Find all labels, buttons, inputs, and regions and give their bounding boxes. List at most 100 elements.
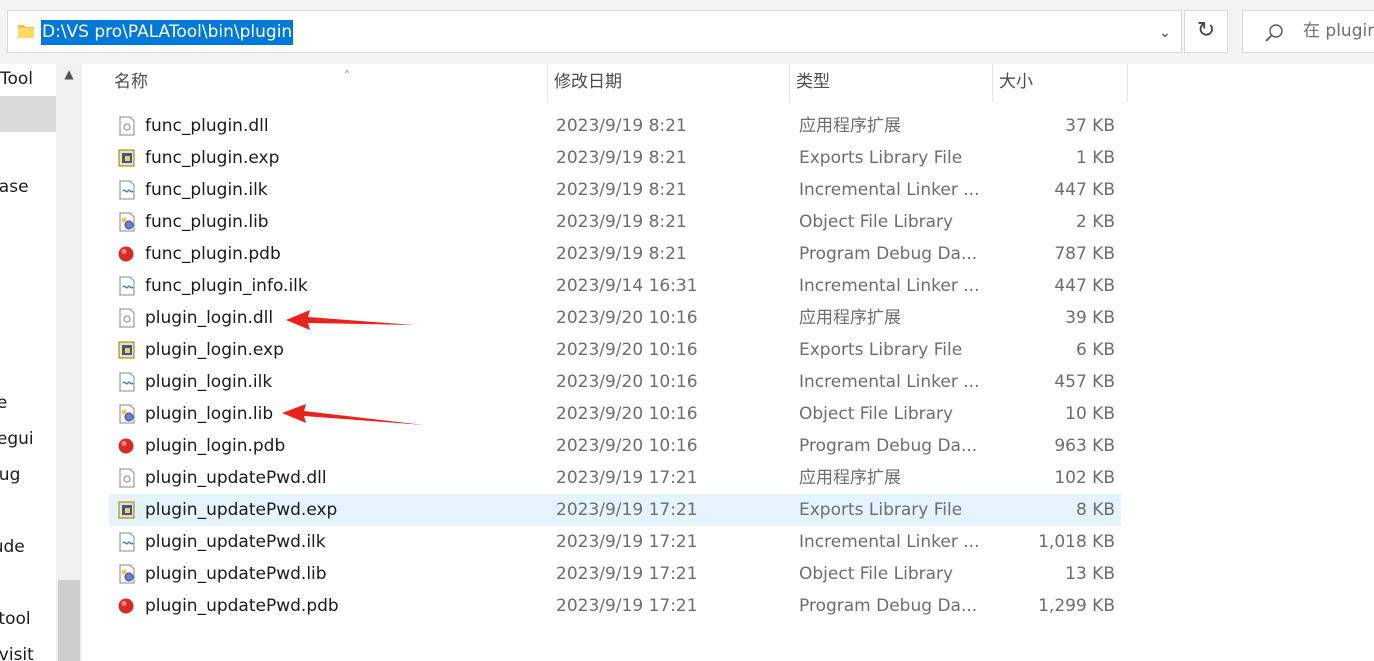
- address-toolbar: D:\VS pro\PALATool\bin\plugin ⌄ ↻ 在 plug…: [0, 0, 1374, 64]
- lib-icon: [117, 404, 137, 424]
- file-name[interactable]: plugin_updatePwd.lib: [145, 558, 327, 590]
- file-type: 应用程序扩展: [799, 468, 901, 488]
- file-type: Object File Library: [799, 404, 954, 424]
- file-row[interactable]: func_plugin_info.ilk 2023/9/14 16:31 Incre…: [109, 270, 1121, 302]
- file-row[interactable]: func_plugin.exp 2023/9/19 8:21 Exports Lib…: [109, 142, 1121, 174]
- file-date: 2023/9/19 17:21: [556, 532, 698, 552]
- file-date: 2023/9/20 10:16: [556, 372, 698, 392]
- file-date: 2023/9/20 10:16: [556, 308, 698, 328]
- ilk-icon: [117, 276, 137, 296]
- file-date: 2023/9/19 17:21: [556, 468, 698, 488]
- file-type: Exports Library File: [799, 340, 963, 360]
- column-header-type-label: 类型: [796, 72, 830, 92]
- file-name[interactable]: plugin_updatePwd.dll: [145, 462, 327, 494]
- search-input[interactable]: 在 plugin: [1303, 11, 1374, 52]
- nav-item[interactable]: base: [0, 176, 29, 198]
- file-size: 447 KB: [1054, 180, 1115, 200]
- pdb-icon: [117, 436, 137, 456]
- nav-item[interactable]: Tool: [0, 68, 33, 90]
- file-size: 6 KB: [1075, 340, 1115, 360]
- file-name[interactable]: func_plugin_info.ilk: [145, 270, 308, 302]
- scroll-up-icon[interactable]: ▲: [62, 66, 76, 82]
- nav-item[interactable]: bvisit: [0, 644, 34, 661]
- file-type: Program Debug Da...: [799, 244, 978, 264]
- column-header-date-label: 修改日期: [554, 72, 622, 92]
- file-name[interactable]: plugin_login.dll: [145, 302, 273, 334]
- file-date: 2023/9/19 17:21: [556, 596, 698, 616]
- nav-item[interactable]: bug: [0, 464, 20, 486]
- column-header-type[interactable]: 类型: [790, 64, 993, 102]
- file-row[interactable]: plugin_updatePwd.lib 2023/9/19 17:21 Objec…: [109, 558, 1121, 590]
- search-icon: [1265, 24, 1283, 42]
- file-type: Incremental Linker ...: [799, 276, 980, 296]
- refresh-button[interactable]: ↻: [1184, 10, 1228, 53]
- search-box[interactable]: 在 plugin: [1242, 10, 1374, 53]
- file-row[interactable]: plugin_login.ilk 2023/9/20 10:16 Increment…: [109, 366, 1121, 398]
- dll-icon: [117, 308, 137, 328]
- column-header-name[interactable]: 名称 ˄: [108, 64, 548, 102]
- file-size: 787 KB: [1054, 244, 1115, 264]
- file-row[interactable]: plugin_updatePwd.ilk 2023/9/19 17:21 Incre…: [109, 526, 1121, 558]
- file-date: 2023/9/19 8:21: [556, 212, 687, 232]
- file-row[interactable]: plugin_login.pdb 2023/9/20 10:16 Program D…: [109, 430, 1121, 462]
- scrollbar-thumb[interactable]: [58, 580, 80, 661]
- file-size: 2 KB: [1075, 212, 1115, 232]
- nav-item[interactable]: se: [0, 392, 7, 414]
- file-name[interactable]: plugin_login.pdb: [145, 430, 285, 462]
- file-date: 2023/9/19 8:21: [556, 116, 687, 136]
- file-name[interactable]: plugin_login.lib: [145, 398, 273, 430]
- file-name[interactable]: plugin_login.exp: [145, 334, 284, 366]
- nav-scrollbar[interactable]: ▲: [56, 64, 82, 661]
- file-name[interactable]: func_plugin.exp: [145, 142, 279, 174]
- file-row[interactable]: plugin_login.dll 2023/9/20 10:16 应用程序扩展 39 …: [109, 302, 1121, 334]
- file-row[interactable]: plugin_login.lib 2023/9/20 10:16 Object Fi…: [109, 398, 1121, 430]
- nav-item[interactable]: segui: [0, 428, 34, 450]
- file-row[interactable]: func_plugin.lib 2023/9/19 8:21 Object File…: [109, 206, 1121, 238]
- pdb-icon: [117, 596, 137, 616]
- file-name[interactable]: func_plugin.pdb: [145, 238, 281, 270]
- file-size: 39 KB: [1065, 308, 1115, 328]
- address-path[interactable]: D:\VS pro\PALATool\bin\plugin: [41, 20, 294, 45]
- file-size: 1 KB: [1075, 148, 1115, 168]
- file-name[interactable]: func_plugin.ilk: [145, 174, 268, 206]
- lib-icon: [117, 212, 137, 232]
- nav-item[interactable]: atool: [0, 608, 31, 630]
- file-type: Exports Library File: [799, 148, 963, 168]
- file-name[interactable]: func_plugin.lib: [145, 206, 269, 238]
- file-type: Incremental Linker ...: [799, 180, 980, 200]
- annotation-arrow-icon: [286, 310, 414, 330]
- column-header-name-label: 名称: [114, 72, 148, 92]
- file-size: 1,299 KB: [1038, 596, 1115, 616]
- file-date: 2023/9/20 10:16: [556, 436, 698, 456]
- file-date: 2023/9/19 8:21: [556, 180, 687, 200]
- file-row[interactable]: func_plugin.pdb 2023/9/19 8:21 Program Deb…: [109, 238, 1121, 270]
- file-list: 名称 ˄ 修改日期 类型 大小 func_plugin.dll 2023/9/19…: [82, 64, 1374, 661]
- file-date: 2023/9/14 16:31: [556, 276, 698, 296]
- nav-item[interactable]: lude: [0, 536, 25, 558]
- file-size: 447 KB: [1054, 276, 1115, 296]
- nav-selected-item[interactable]: [0, 96, 56, 132]
- file-name[interactable]: plugin_updatePwd.pdb: [145, 590, 339, 622]
- file-row[interactable]: plugin_updatePwd.exp 2023/9/19 17:21 Expor…: [109, 494, 1121, 526]
- ilk-icon: [117, 372, 137, 392]
- ilk-icon: [117, 532, 137, 552]
- file-row[interactable]: func_plugin.ilk 2023/9/19 8:21 Incremental…: [109, 174, 1121, 206]
- file-size: 1,018 KB: [1038, 532, 1115, 552]
- column-header-date[interactable]: 修改日期: [548, 64, 790, 102]
- file-size: 102 KB: [1054, 468, 1115, 488]
- file-row[interactable]: plugin_updatePwd.pdb 2023/9/19 17:21 Progr…: [109, 590, 1121, 622]
- exp-icon: [117, 148, 137, 168]
- file-row[interactable]: plugin_updatePwd.dll 2023/9/19 17:21 应用程序扩…: [109, 462, 1121, 494]
- file-size: 457 KB: [1054, 372, 1115, 392]
- file-row[interactable]: func_plugin.dll 2023/9/19 8:21 应用程序扩展 37 KB: [109, 110, 1121, 142]
- file-name[interactable]: plugin_updatePwd.ilk: [145, 526, 326, 558]
- column-header-size[interactable]: 大小: [993, 64, 1128, 102]
- file-name[interactable]: plugin_updatePwd.exp: [145, 494, 337, 526]
- dll-icon: [117, 116, 137, 136]
- file-name[interactable]: plugin_login.ilk: [145, 366, 272, 398]
- file-size: 8 KB: [1075, 500, 1115, 520]
- chevron-down-icon[interactable]: ⌄: [1152, 23, 1178, 43]
- address-bar[interactable]: D:\VS pro\PALATool\bin\plugin ⌄: [7, 10, 1182, 53]
- file-row[interactable]: plugin_login.exp 2023/9/20 10:16 Exports L…: [109, 334, 1121, 366]
- file-name[interactable]: func_plugin.dll: [145, 110, 269, 142]
